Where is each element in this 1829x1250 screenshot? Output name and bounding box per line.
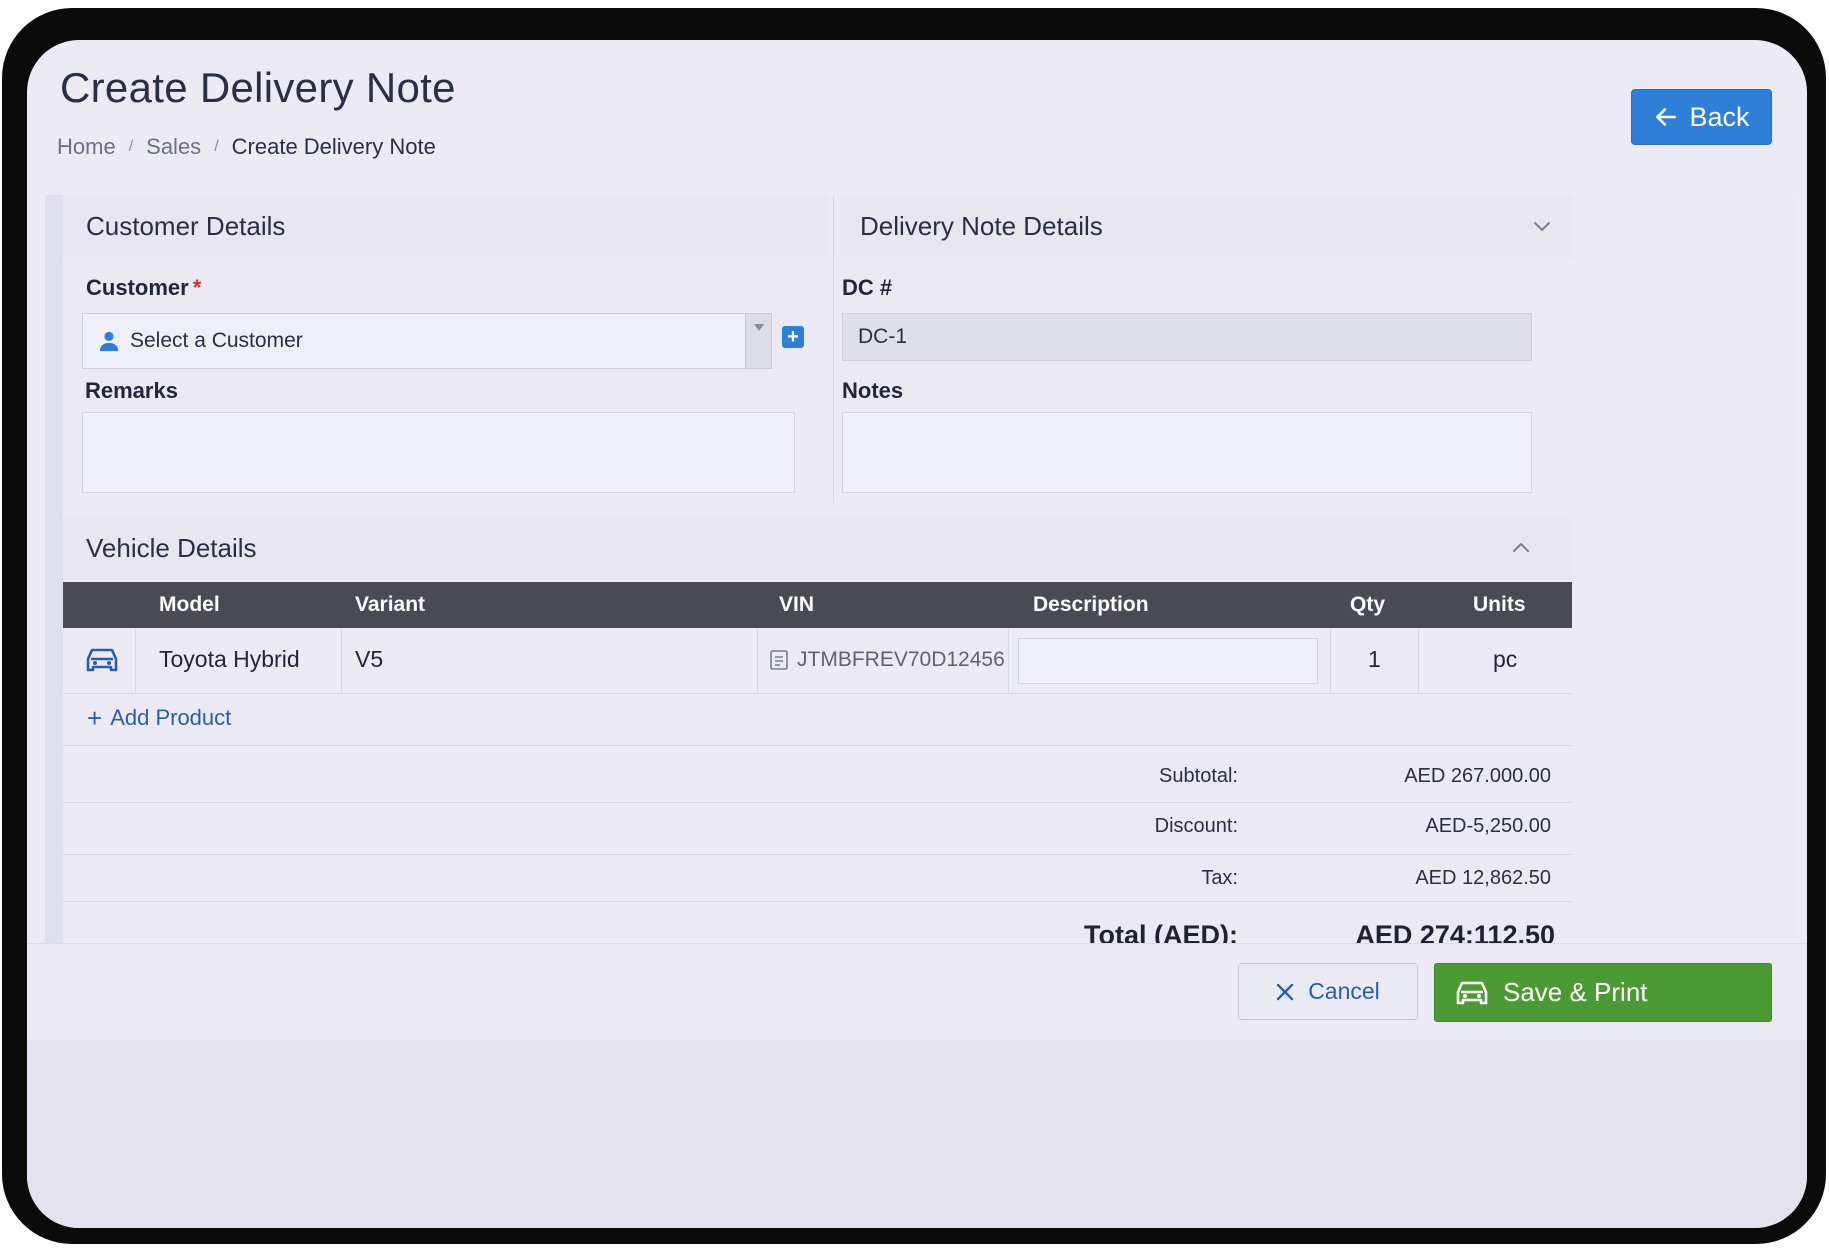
breadcrumb: Home / Sales / Create Delivery Note xyxy=(57,134,436,160)
close-icon xyxy=(1276,983,1294,1000)
remarks-label: Remarks xyxy=(85,378,178,403)
breadcrumb-sales[interactable]: Sales xyxy=(146,134,201,160)
customer-label-text: Customer xyxy=(86,275,189,300)
cell-vin: JTMBFREV70D12456 xyxy=(770,648,1005,672)
vehicle-table-header: Model Variant VIN Description Qty Units xyxy=(63,582,1572,628)
subtotal-label: Subtotal: xyxy=(1159,765,1238,787)
column-qty: Qty xyxy=(1350,593,1386,616)
cell-divider xyxy=(341,628,342,694)
device-frame: Create Delivery Note Home / Sales / Crea… xyxy=(2,8,1826,1244)
add-product-label: Add Product xyxy=(110,705,232,730)
chevron-down-icon[interactable] xyxy=(1530,214,1554,238)
document-icon xyxy=(770,650,788,670)
tax-label: Tax: xyxy=(1201,867,1238,889)
discount-label: Discount: xyxy=(1154,815,1238,837)
notes-textarea[interactable] xyxy=(842,412,1532,493)
printer-icon xyxy=(1456,981,1488,1004)
plus-icon: + xyxy=(787,326,799,348)
cancel-button[interactable]: Cancel xyxy=(1238,963,1418,1020)
column-description: Description xyxy=(1033,593,1149,616)
dc-number-field[interactable]: DC-1 xyxy=(842,313,1532,361)
caret-down-icon xyxy=(753,324,764,331)
customer-select-dropdown[interactable] xyxy=(745,313,772,369)
save-print-label: Save & Print xyxy=(1503,977,1648,1007)
vin-value: JTMBFREV70D12456 xyxy=(797,648,1005,671)
form-footer: Cancel Save & Print xyxy=(27,943,1807,1043)
page-title: Create Delivery Note xyxy=(60,64,456,111)
cell-divider xyxy=(1330,628,1331,694)
table-row[interactable]: Toyota Hybrid V5 JTMBFREV70D12456 1 pc xyxy=(63,628,1572,694)
cell-model: Toyota Hybrid xyxy=(159,646,300,672)
add-product-link[interactable]: + Add Product xyxy=(87,705,231,731)
save-print-button[interactable]: Save & Print xyxy=(1434,963,1772,1022)
required-marker: * xyxy=(192,275,202,300)
dc-number-value: DC-1 xyxy=(858,325,908,348)
customer-label: Customer * xyxy=(86,275,201,301)
cell-divider xyxy=(1008,628,1009,694)
cancel-button-label: Cancel xyxy=(1308,978,1380,1004)
screen-bottom-strip xyxy=(27,1040,1807,1228)
tax-row: Tax: AED 12,862.50 xyxy=(63,854,1572,901)
delivery-note-details-title: Delivery Note Details xyxy=(860,210,1103,241)
subtotal-row: Subtotal: AED 267.000.00 xyxy=(63,745,1572,802)
cell-qty[interactable]: 1 xyxy=(1368,646,1381,673)
breadcrumb-home[interactable]: Home xyxy=(57,134,116,160)
add-customer-button[interactable]: + xyxy=(782,326,804,348)
remarks-textarea[interactable] xyxy=(82,412,795,493)
breadcrumb-separator: / xyxy=(128,138,134,155)
tax-value: AED 12,862.50 xyxy=(1415,867,1551,889)
cell-divider xyxy=(1418,628,1419,694)
arrow-left-icon xyxy=(1656,108,1677,126)
vehicle-details-title: Vehicle Details xyxy=(86,532,257,563)
delivery-note-details-header[interactable]: Delivery Note Details xyxy=(838,195,1573,257)
column-variant: Variant xyxy=(355,593,426,616)
column-model: Model xyxy=(159,593,220,616)
chevron-up-icon[interactable] xyxy=(1509,536,1533,560)
plus-icon: + xyxy=(87,703,103,733)
column-units: Units xyxy=(1473,593,1526,616)
back-button-label: Back xyxy=(1689,101,1750,132)
column-vin: VIN xyxy=(779,593,815,616)
customer-details-header: Customer Details xyxy=(63,195,828,257)
app-screen: Create Delivery Note Home / Sales / Crea… xyxy=(27,40,1807,1228)
car-icon xyxy=(86,648,118,672)
cell-units: pc xyxy=(1493,646,1518,672)
breadcrumb-current: Create Delivery Note xyxy=(231,134,436,159)
cell-divider xyxy=(757,628,758,694)
subtotal-value: AED 267.000.00 xyxy=(1404,765,1551,787)
dc-number-label: DC # xyxy=(842,275,893,300)
user-icon xyxy=(99,331,119,352)
customer-select-placeholder: Select a Customer xyxy=(130,329,303,352)
back-button[interactable]: Back xyxy=(1631,89,1772,145)
cell-variant: V5 xyxy=(355,646,384,672)
customer-select[interactable]: Select a Customer xyxy=(82,313,768,369)
discount-row: Discount: AED-5,250.00 xyxy=(63,802,1572,854)
notes-label: Notes xyxy=(842,378,904,403)
vehicle-details-header[interactable]: Vehicle Details xyxy=(63,517,1572,579)
description-input[interactable] xyxy=(1018,638,1318,684)
discount-value: AED-5,250.00 xyxy=(1425,815,1551,837)
breadcrumb-separator: / xyxy=(214,138,219,155)
column-divider xyxy=(833,195,834,503)
cell-divider xyxy=(135,628,136,694)
